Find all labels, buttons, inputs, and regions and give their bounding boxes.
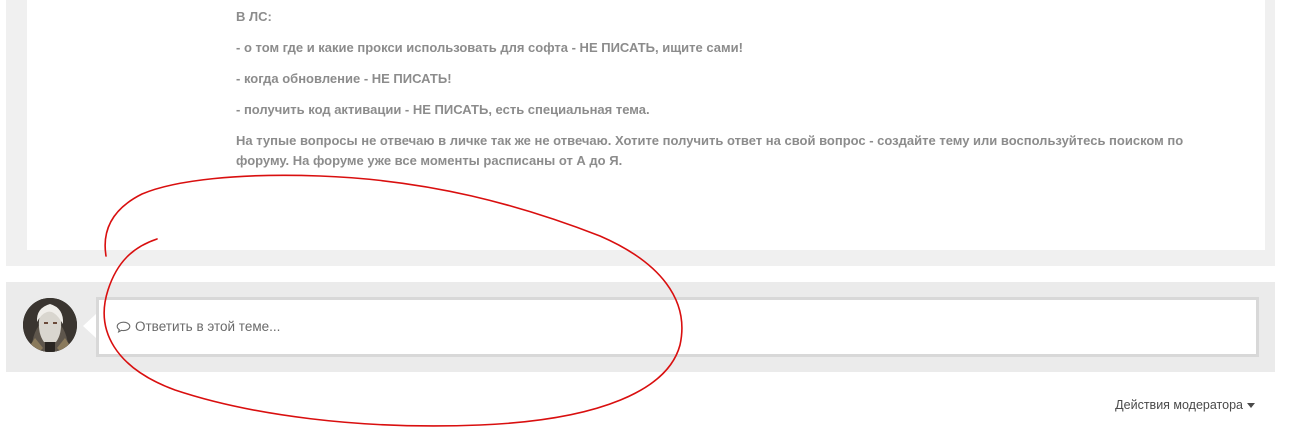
moderator-actions-label: Действия модератора (1115, 398, 1243, 412)
rule-updates: - когда обновление - НЕ ПИСАТЬ! (236, 71, 452, 86)
moderator-actions-menu[interactable]: Действия модератора (1115, 398, 1255, 412)
quick-reply-placeholder-text: Ответить в этой теме... (135, 319, 281, 334)
post-closing: На тупые вопросы не отвечаю в личке так … (236, 133, 1184, 168)
avatar-image (23, 298, 77, 352)
rule-proxies: - о том где и какие прокси использовать … (236, 40, 743, 55)
reply-pointer (83, 314, 96, 338)
rule-activation: - получить код активации - НЕ ПИСАТЬ, ес… (236, 102, 650, 117)
topic-page: В ЛС: - о том где и какие прокси использ… (0, 0, 1290, 441)
quick-reply-placeholder: Ответить в этой теме... (116, 319, 280, 334)
caret-down-icon (1247, 402, 1255, 408)
comment-icon (116, 321, 131, 333)
post-heading: В ЛС: (236, 9, 272, 24)
avatar[interactable] (23, 298, 77, 352)
post-body: В ЛС: - о том где и какие прокси использ… (236, 7, 1196, 182)
quick-reply-input[interactable]: Ответить в этой теме... (96, 297, 1259, 357)
